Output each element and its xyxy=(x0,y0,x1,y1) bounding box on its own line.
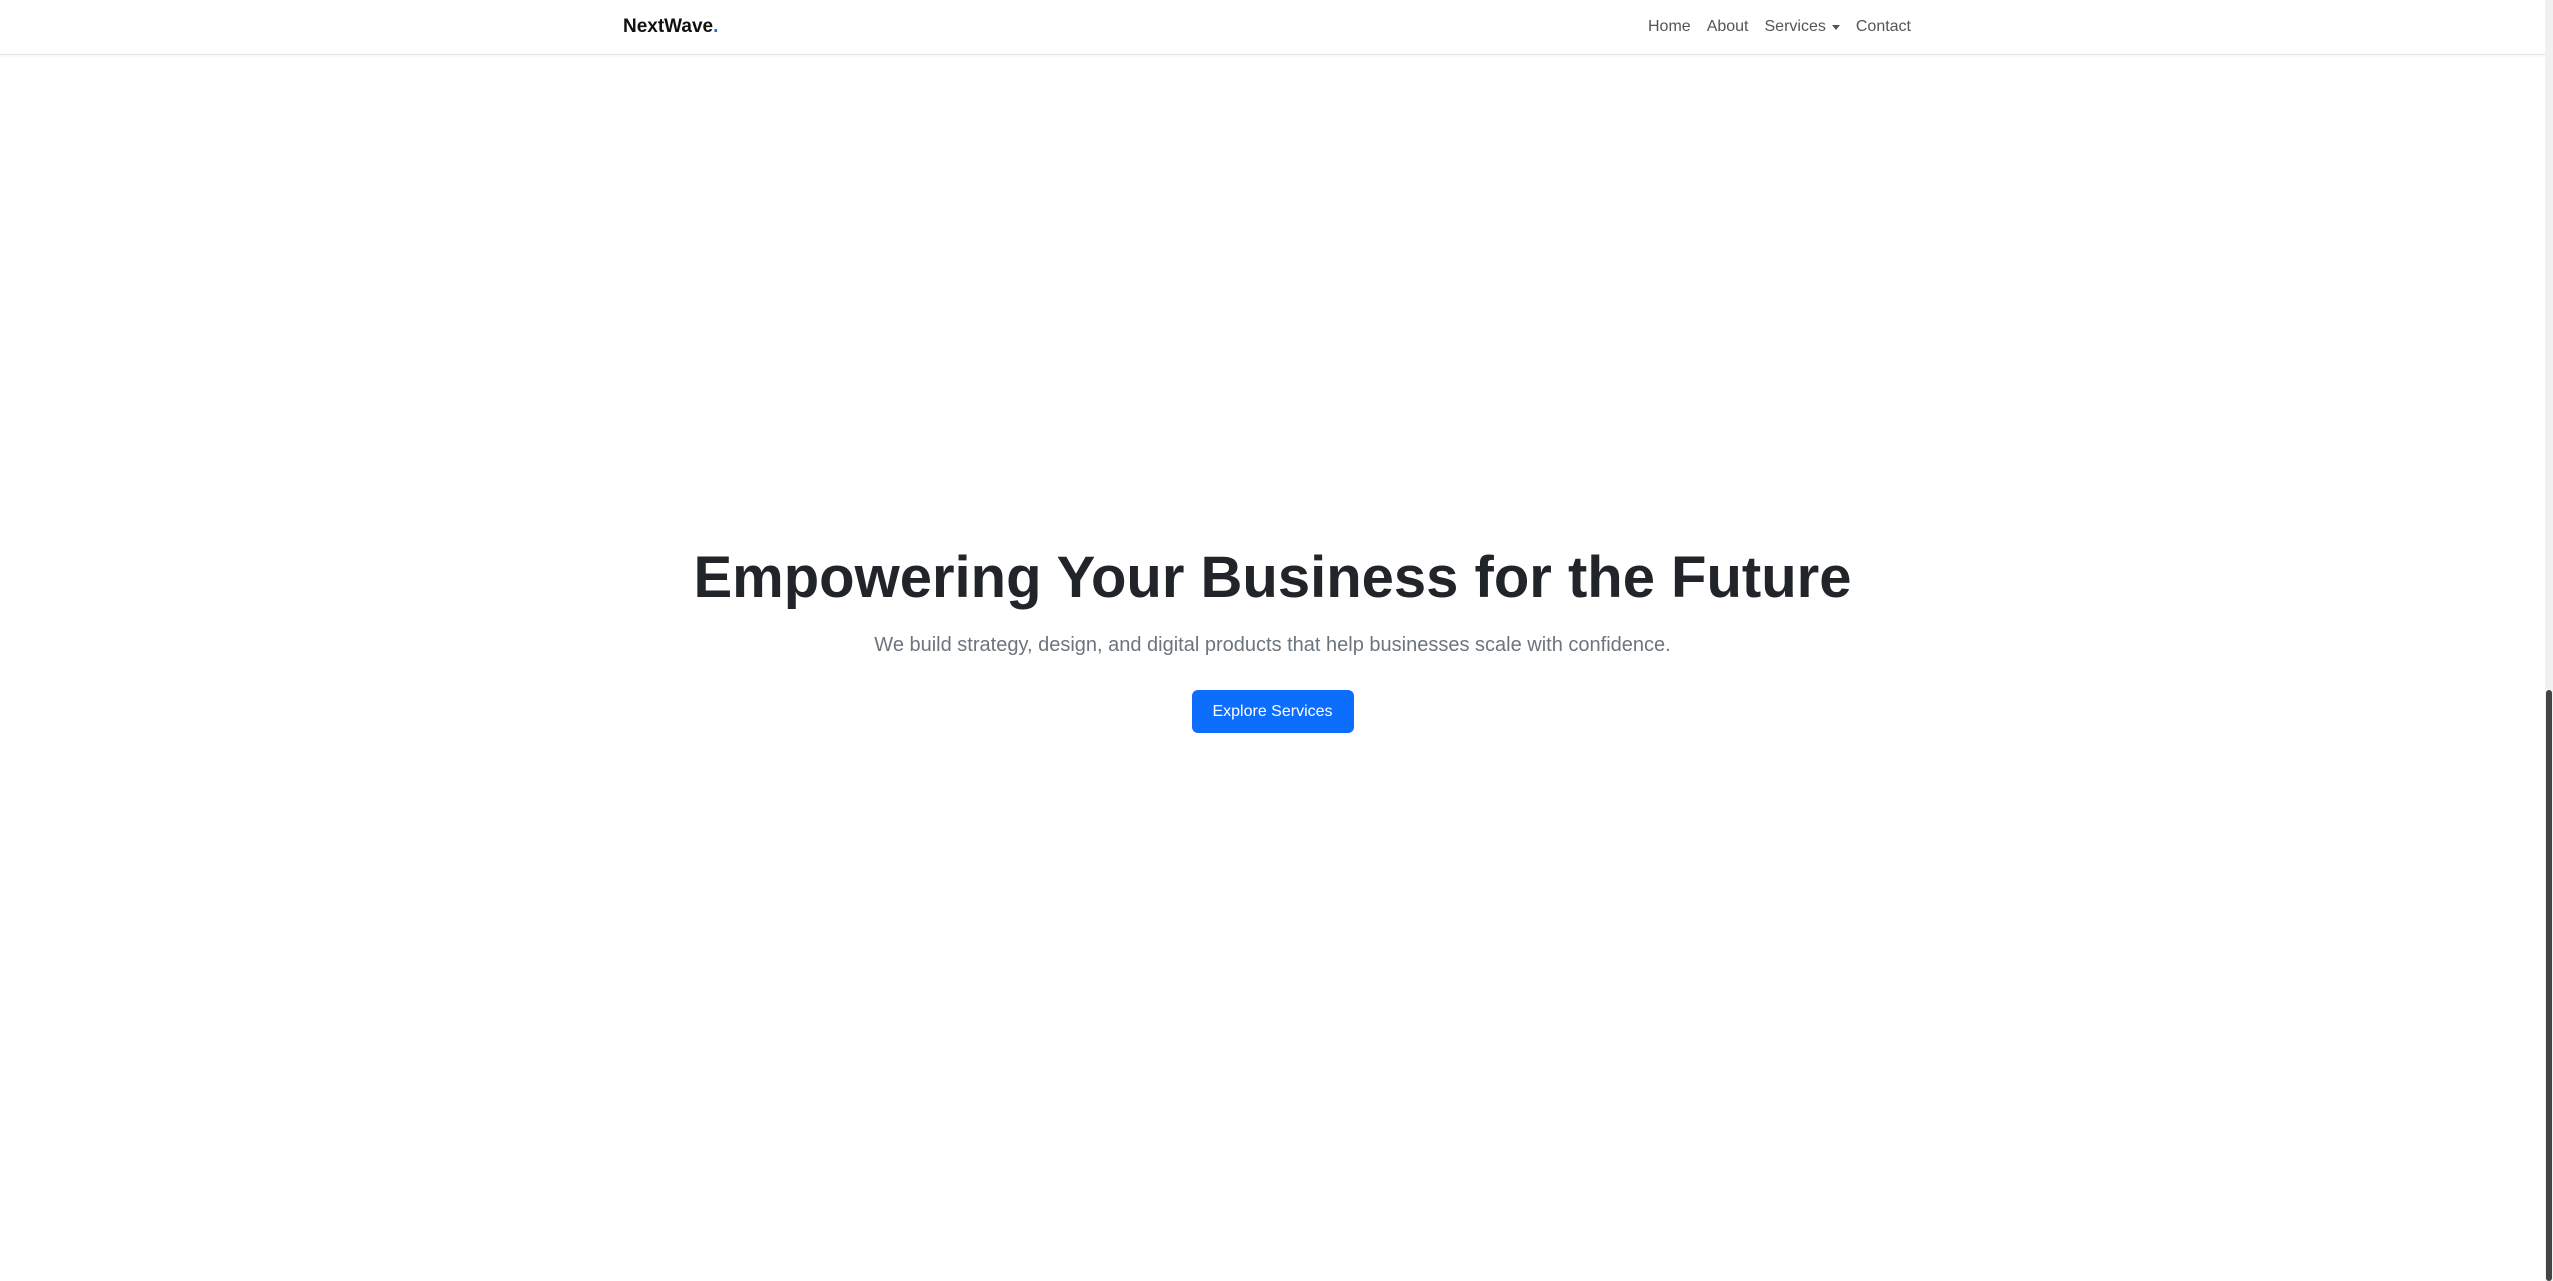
scrollbar-thumb[interactable] xyxy=(2546,690,2552,1281)
hero-title: Empowering Your Business for the Future xyxy=(693,545,1852,610)
page: NextWave. Home About Services Contact Em… xyxy=(0,0,2553,1281)
explore-services-button[interactable]: Explore Services xyxy=(1191,690,1354,733)
nav-link-home[interactable]: Home xyxy=(1648,18,1691,36)
nav-link-about[interactable]: About xyxy=(1707,18,1749,36)
vertical-scrollbar[interactable] xyxy=(2545,0,2553,1281)
nav-link-services-label: Services xyxy=(1764,18,1826,35)
navbar-container: NextWave. Home About Services Contact xyxy=(623,0,1911,54)
brand-logo[interactable]: NextWave. xyxy=(623,16,718,38)
caret-down-icon xyxy=(1831,24,1840,30)
nav-link-contact[interactable]: Contact xyxy=(1856,18,1911,36)
navbar: NextWave. Home About Services Contact xyxy=(0,0,2545,55)
hero-section: Empowering Your Business for the Future … xyxy=(0,540,2545,733)
nav-dropdown-services[interactable]: Services xyxy=(1765,18,1840,36)
brand-name: NextWave xyxy=(623,16,714,37)
hero-subtitle: We build strategy, design, and digital p… xyxy=(874,634,1671,656)
brand-dot: . xyxy=(713,16,719,37)
nav-links: Home About Services Contact xyxy=(1648,18,1911,36)
